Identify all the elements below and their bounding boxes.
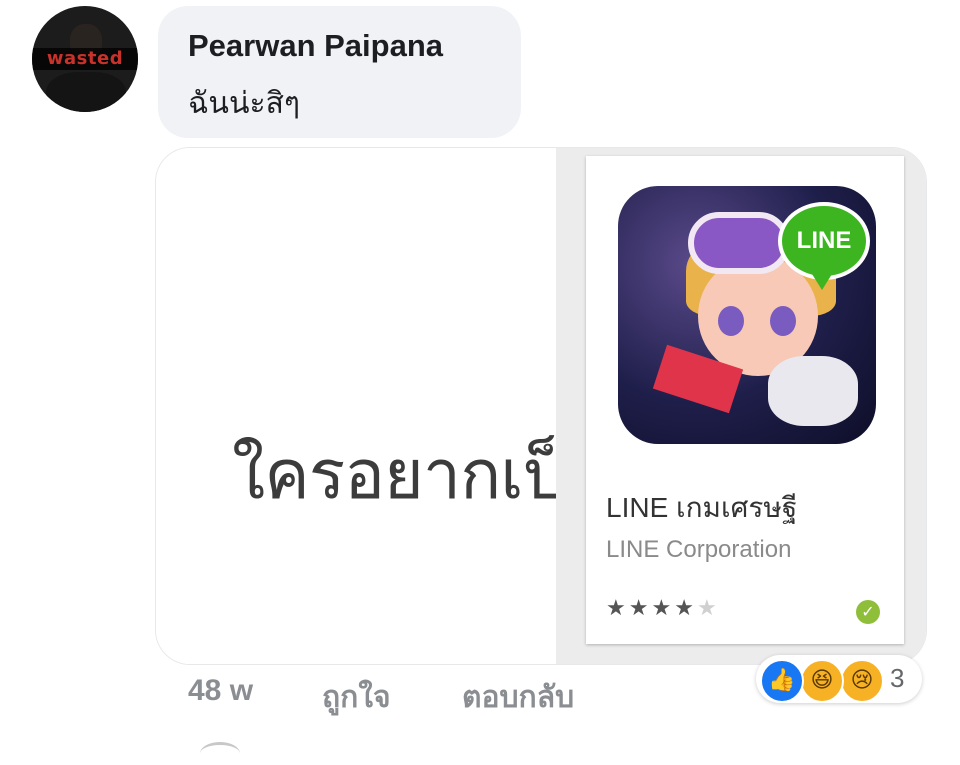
check-circle-icon: ✓ [856, 600, 880, 624]
avatar[interactable]: wasted [32, 6, 138, 112]
image-caption-text: ใครอยากเป็น [232, 436, 611, 515]
reactions-summary[interactable]: 👍 😆 😢 3 [756, 655, 922, 703]
reply-button[interactable]: ตอบกลับ [462, 674, 574, 721]
comment-text: ฉันน่ะสิๆ [188, 86, 300, 121]
app-name: LINE เกมเศรษฐี [606, 492, 798, 523]
haha-icon: 😆 [800, 659, 844, 703]
app-publisher: LINE Corporation [606, 536, 792, 563]
comment-image-attachment[interactable]: ใครอยากเป็น LINE LINE เกมเศรษฐี LINE Cor… [156, 148, 926, 664]
app-icon: LINE [618, 186, 876, 444]
line-logo-badge: LINE [778, 202, 870, 290]
app-rating-stars: ★★★★★ [606, 596, 720, 621]
avatar-body [46, 72, 126, 112]
image-text-panel: ใครอยากเป็น [156, 148, 611, 664]
avatar-caption: wasted [32, 48, 138, 70]
like-button[interactable]: ถูกใจ [322, 674, 391, 721]
next-avatar-edge [200, 742, 240, 765]
character-glove [768, 356, 858, 426]
like-icon: 👍 [760, 659, 804, 703]
star-icon: ★ [651, 596, 675, 621]
star-icon: ★ [674, 596, 697, 621]
comment-bubble: Pearwan Paipana ฉันน่ะสิๆ [158, 6, 521, 138]
star-empty-icon: ★ [696, 596, 720, 621]
app-card: LINE LINE เกมเศรษฐี LINE Corporation ★★★… [586, 156, 904, 644]
comment-timestamp[interactable]: 48 w [188, 674, 253, 708]
star-icon: ★ [606, 596, 629, 621]
reaction-count: 3 [890, 663, 905, 693]
character-goggles [688, 212, 790, 274]
sad-icon: 😢 [840, 659, 884, 703]
comment-author[interactable]: Pearwan Paipana [188, 28, 443, 64]
character-eye [718, 306, 744, 336]
character-eye [770, 306, 796, 336]
app-store-panel: LINE LINE เกมเศรษฐี LINE Corporation ★★★… [556, 148, 926, 664]
star-icon: ★ [628, 596, 652, 621]
